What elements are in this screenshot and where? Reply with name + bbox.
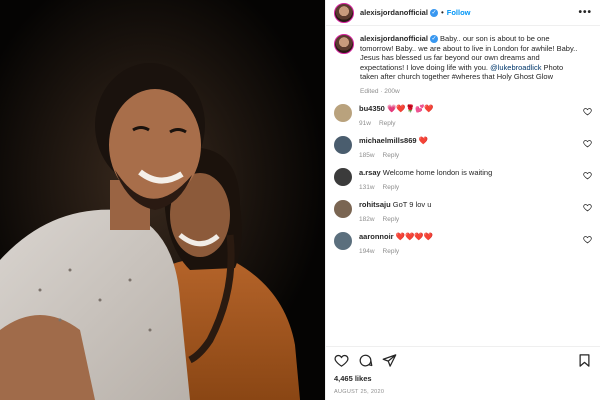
heart-icon[interactable]	[583, 139, 592, 148]
comment-icon[interactable]	[358, 353, 373, 368]
heart-icon[interactable]	[583, 107, 592, 116]
post-header: alexisjordanofficial ✓ • Follow •••	[326, 0, 600, 26]
commenter-username[interactable]: a.rsay	[359, 168, 381, 177]
comment-text: Welcome home london is waiting	[380, 167, 493, 177]
heart-icon[interactable]	[583, 171, 592, 180]
caption-avatar[interactable]	[334, 34, 354, 54]
caption: alexisjordanofficial ✓ Baby.. our son is …	[334, 34, 592, 82]
save-icon[interactable]	[577, 353, 592, 368]
heart-icon[interactable]	[334, 353, 349, 368]
reply-button[interactable]: Reply	[379, 120, 396, 127]
comment-text: 💗❤️🌹💕❤️	[384, 103, 434, 113]
share-icon[interactable]	[382, 353, 397, 368]
verified-icon: ✓	[429, 35, 438, 44]
reply-button[interactable]: Reply	[383, 184, 400, 191]
separator-dot: •	[440, 8, 444, 17]
commenter-avatar[interactable]	[334, 231, 352, 250]
comment-item: a.rsay Welcome home london is waiting 13…	[334, 167, 592, 191]
comment-item: michaelmills869 ❤️ 185w Reply	[334, 135, 592, 159]
likes-count[interactable]: 4,465 likes	[326, 374, 600, 386]
reply-button[interactable]: Reply	[383, 248, 400, 255]
commenter-avatar[interactable]	[334, 135, 352, 154]
action-bar	[326, 346, 600, 374]
comment-item: aaronnoir ❤️❤️❤️❤️ 194w Reply	[334, 231, 592, 255]
comment-text: GoT 9 lov u	[390, 199, 432, 209]
caption-text: alexisjordanofficial ✓ Baby.. our son is …	[360, 34, 580, 82]
couple-selfie-image	[0, 0, 325, 400]
caption-username[interactable]: alexisjordanofficial	[360, 34, 428, 43]
comment-text: ❤️	[416, 135, 428, 145]
commenter-avatar[interactable]	[334, 167, 352, 186]
post-sidebar: alexisjordanofficial ✓ • Follow ••• alex…	[325, 0, 600, 400]
comment-time: 182w	[359, 215, 375, 223]
commenter-avatar[interactable]	[334, 199, 352, 218]
comment-text: ❤️❤️❤️❤️	[393, 231, 434, 241]
caption-mention[interactable]: @lukebroadlick	[490, 63, 541, 72]
comment-item: bu4350 💗❤️🌹💕❤️ 91w Reply	[334, 103, 592, 127]
comments-list[interactable]: alexisjordanofficial ✓ Baby.. our son is …	[326, 26, 600, 346]
commenter-username[interactable]: rohitsaju	[359, 200, 391, 209]
caption-meta: Edited · 200w	[360, 87, 400, 95]
commenter-username[interactable]: aaronnoir	[359, 232, 394, 241]
post-photo[interactable]	[0, 0, 325, 400]
commenter-username[interactable]: bu4350	[359, 104, 385, 113]
comment-time: 185w	[359, 151, 375, 159]
commenter-username[interactable]: michaelmills869	[359, 136, 417, 145]
author-username[interactable]: alexisjordanofficial	[360, 8, 428, 17]
heart-icon[interactable]	[583, 235, 592, 244]
commenter-avatar[interactable]	[334, 103, 352, 122]
comment-item: rohitsaju GoT 9 lov u 182w Reply	[334, 199, 592, 223]
author-avatar[interactable]	[334, 2, 354, 23]
comment-time: 91w	[359, 119, 371, 127]
verified-icon: ✓	[429, 8, 438, 17]
post-date: AUGUST 25, 2020	[334, 389, 385, 395]
comment-time: 194w	[359, 247, 375, 255]
reply-button[interactable]: Reply	[383, 216, 400, 223]
more-icon[interactable]: •••	[578, 7, 592, 18]
comment-time: 131w	[359, 183, 375, 191]
instagram-post: alexisjordanofficial ✓ • Follow ••• alex…	[0, 0, 600, 400]
heart-icon[interactable]	[583, 203, 592, 212]
reply-button[interactable]: Reply	[383, 152, 400, 159]
follow-button[interactable]: Follow	[447, 8, 471, 17]
